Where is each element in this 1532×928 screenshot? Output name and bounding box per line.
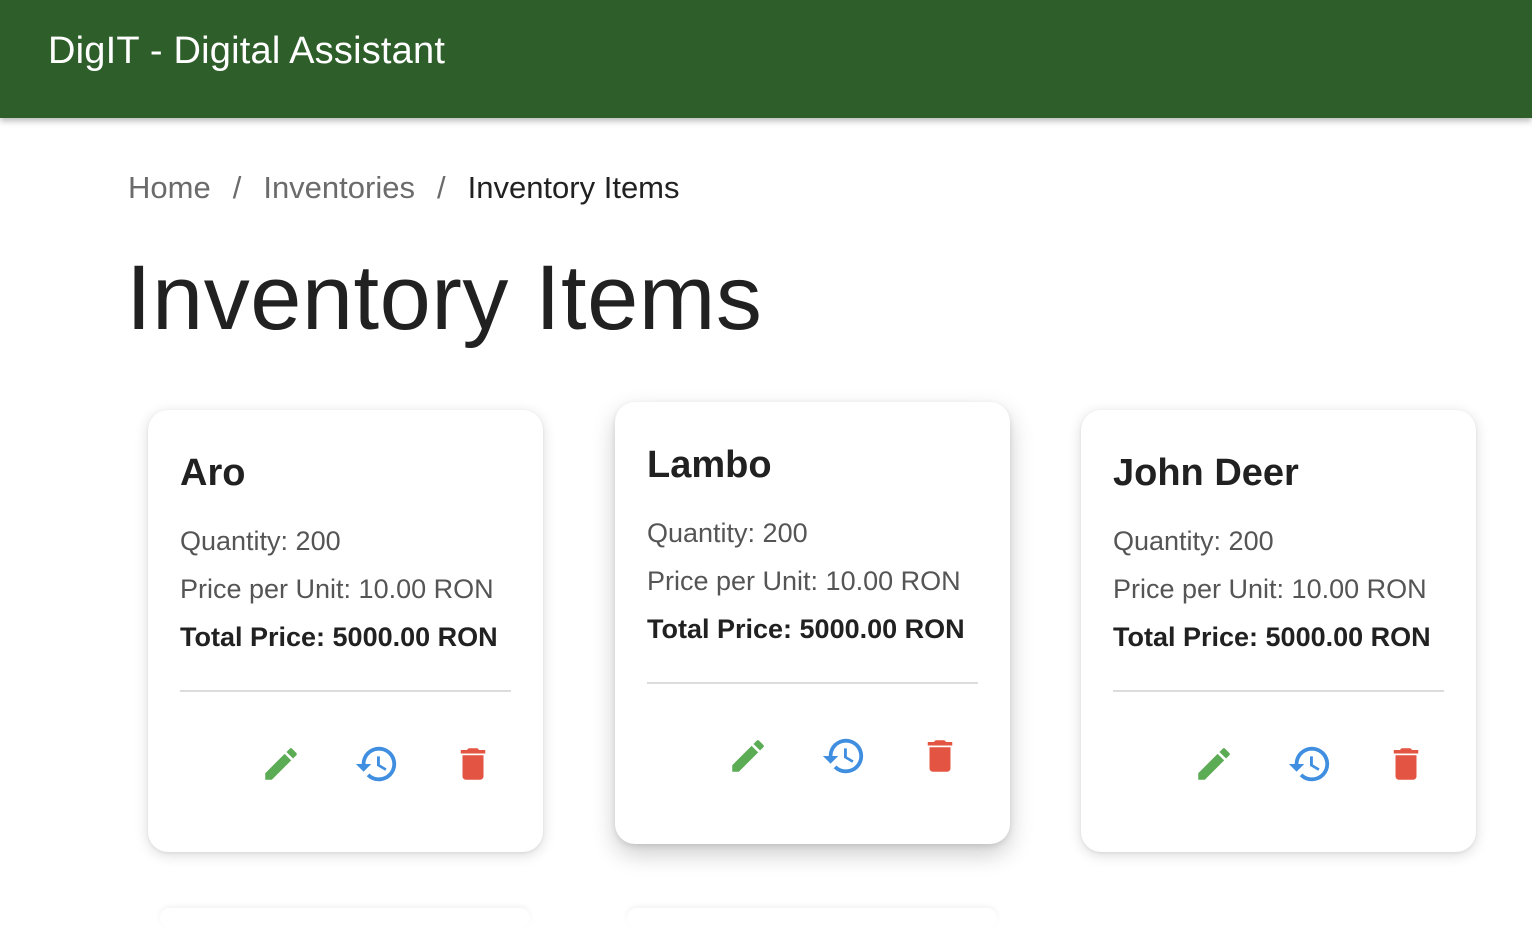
breadcrumb-separator: / (436, 170, 446, 205)
breadcrumb-inventories-link[interactable]: Inventories (263, 170, 415, 206)
breadcrumb-home-link[interactable]: Home (128, 170, 211, 206)
item-quantity: Quantity: 200 (1113, 526, 1274, 556)
card-actions (1186, 736, 1446, 792)
item-name: Lambo (647, 444, 772, 486)
pencil-icon (265, 748, 297, 780)
card-divider (1113, 690, 1444, 692)
card-divider (180, 690, 511, 692)
item-price-per-unit: Price per Unit: 10.00 RON (647, 566, 961, 596)
app-title: DigIT - Digital Assistant (48, 30, 446, 72)
card-actions (253, 736, 513, 792)
history-icon (822, 738, 864, 774)
page-title: Inventory Items (126, 247, 763, 349)
history-button[interactable] (816, 728, 872, 784)
card-actions (720, 728, 980, 784)
item-total-price: Total Price: 5000.00 RON (180, 622, 498, 652)
card-divider (647, 682, 978, 684)
inventory-item-card-partial (627, 908, 997, 928)
delete-button[interactable] (1378, 736, 1434, 792)
breadcrumb: Home / Inventories / Inventory Items (128, 170, 680, 206)
history-button[interactable] (1282, 736, 1338, 792)
inventory-item-card-partial (160, 908, 530, 928)
item-price-per-unit: Price per Unit: 10.00 RON (180, 574, 494, 604)
item-total-price: Total Price: 5000.00 RON (647, 614, 965, 644)
delete-button[interactable] (912, 728, 968, 784)
trash-icon (927, 740, 953, 772)
inventory-item-card: Lambo Quantity: 200 Price per Unit: 10.0… (615, 402, 1010, 844)
pencil-icon (1198, 748, 1230, 780)
history-button[interactable] (349, 736, 405, 792)
delete-button[interactable] (445, 736, 501, 792)
breadcrumb-separator: / (232, 170, 242, 205)
history-icon (355, 746, 397, 782)
item-quantity: Quantity: 200 (647, 518, 808, 548)
item-price-per-unit: Price per Unit: 10.00 RON (1113, 574, 1427, 604)
trash-icon (1393, 748, 1419, 780)
history-icon (1288, 746, 1330, 782)
inventory-item-card: Aro Quantity: 200 Price per Unit: 10.00 … (148, 410, 543, 852)
app-bar: DigIT - Digital Assistant (0, 0, 1532, 118)
item-name: Aro (180, 452, 246, 494)
edit-button[interactable] (720, 728, 776, 784)
edit-button[interactable] (1186, 736, 1242, 792)
breadcrumb-current: Inventory Items (467, 170, 680, 205)
item-name: John Deer (1113, 452, 1299, 494)
edit-button[interactable] (253, 736, 309, 792)
item-quantity: Quantity: 200 (180, 526, 341, 556)
item-total-price: Total Price: 5000.00 RON (1113, 622, 1431, 652)
pencil-icon (732, 740, 764, 772)
inventory-item-card: John Deer Quantity: 200 Price per Unit: … (1081, 410, 1476, 852)
trash-icon (460, 748, 486, 780)
